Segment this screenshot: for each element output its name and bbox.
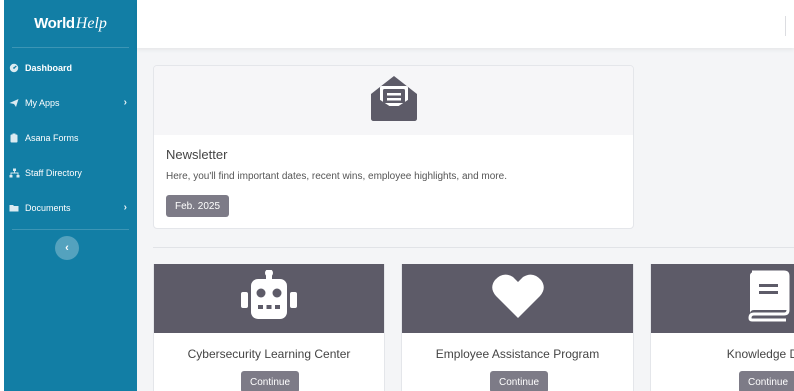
sidebar-item-label: Staff Directory	[25, 167, 82, 178]
sidebar-item-label: Dashboard	[25, 62, 73, 73]
sidebar-item-dashboard[interactable]: Dashboard	[4, 50, 137, 85]
app-card-title: Knowledge Dat	[726, 347, 794, 361]
continue-button[interactable]: Continue	[490, 371, 549, 391]
chevron-left-icon: ‹	[65, 242, 69, 254]
app-card-cybersecurity[interactable]: Cybersecurity Learning Center Continue	[153, 264, 385, 391]
newsletter-issue-button[interactable]: Feb. 2025	[166, 195, 230, 217]
sidebar-divider	[12, 229, 129, 230]
sidebar-collapse-button[interactable]: ‹	[55, 236, 79, 260]
app-card-header	[651, 264, 794, 333]
sidebar: World Help Dashboard My Apps › Asana Form…	[4, 0, 137, 391]
app-card-title: Cybersecurity Learning Center	[187, 347, 351, 361]
logo-bold-text: World	[34, 15, 75, 32]
sidebar-item-staff-directory[interactable]: Staff Directory	[4, 155, 137, 190]
app-card-employee-assistance[interactable]: Employee Assistance Program Continue	[401, 264, 634, 391]
sidebar-nav: Dashboard My Apps › Asana Forms Staff Di…	[4, 48, 137, 225]
newsletter-card: Newsletter Here, you'll find important d…	[153, 65, 634, 229]
logo[interactable]: World Help	[12, 0, 129, 48]
dashboard-icon	[8, 63, 20, 73]
newsletter-title: Newsletter	[166, 147, 228, 162]
section-divider	[153, 247, 794, 248]
robot-icon	[237, 269, 301, 327]
top-bar	[137, 0, 794, 48]
paper-plane-icon	[8, 98, 20, 108]
app-card-header	[402, 264, 633, 333]
heart-icon	[491, 272, 545, 325]
newsletter-description: Here, you'll find important dates, recen…	[166, 171, 507, 182]
sidebar-item-asana-forms[interactable]: Asana Forms	[4, 120, 137, 155]
chevron-right-icon: ›	[123, 97, 127, 108]
continue-button[interactable]: Continue	[241, 371, 300, 391]
sidebar-item-documents[interactable]: Documents ›	[4, 190, 137, 225]
continue-button[interactable]: Continue	[739, 371, 794, 391]
logo-script-text: Help	[75, 14, 107, 32]
newsletter-card-header	[154, 66, 633, 135]
sidebar-item-my-apps[interactable]: My Apps ›	[4, 85, 137, 120]
sidebar-item-label: My Apps	[25, 97, 60, 108]
app-card-title: Employee Assistance Program	[435, 347, 600, 361]
topbar-divider	[785, 16, 786, 36]
book-icon	[746, 270, 790, 327]
envelope-open-icon	[368, 72, 420, 129]
app-card-header	[154, 264, 384, 333]
app-card-knowledge-database[interactable]: Knowledge Dat Continue	[650, 264, 794, 391]
folder-icon	[8, 203, 20, 213]
sitemap-icon	[8, 168, 20, 178]
sidebar-item-label: Documents	[25, 202, 71, 213]
sidebar-item-label: Asana Forms	[25, 132, 79, 143]
chevron-right-icon: ›	[123, 202, 127, 213]
clipboard-icon	[8, 133, 20, 143]
